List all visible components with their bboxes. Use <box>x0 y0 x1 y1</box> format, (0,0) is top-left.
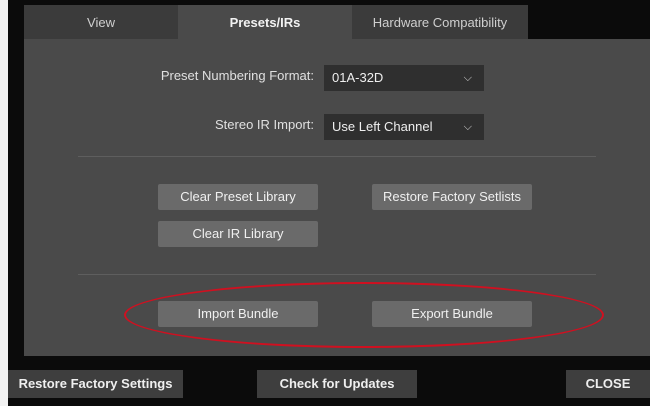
stereo-ir-value: Use Left Channel <box>332 119 433 134</box>
stereo-ir-label: Stereo IR Import: <box>215 117 314 132</box>
preset-numbering-select[interactable]: 01A-32D ⌵ <box>324 65 484 91</box>
tab-hardware-compatibility[interactable]: Hardware Compatibility <box>352 5 528 39</box>
stereo-ir-select[interactable]: Use Left Channel ⌵ <box>324 114 484 140</box>
preferences-window: View Presets/IRs Hardware Compatibility … <box>8 0 650 406</box>
export-bundle-button[interactable]: Export Bundle <box>372 301 532 327</box>
tab-view[interactable]: View <box>24 5 178 39</box>
preset-numbering-label: Preset Numbering Format: <box>160 68 314 83</box>
restore-factory-setlists-button[interactable]: Restore Factory Setlists <box>372 184 532 210</box>
clear-ir-library-button[interactable]: Clear IR Library <box>158 221 318 247</box>
preset-numbering-value: 01A-32D <box>332 70 384 85</box>
check-for-updates-button[interactable]: Check for Updates <box>257 370 417 398</box>
clear-preset-library-button[interactable]: Clear Preset Library <box>158 184 318 210</box>
chevron-down-icon: ⌵ <box>463 72 472 84</box>
presets-irs-panel: Preset Numbering Format: 01A-32D ⌵ Stere… <box>24 39 650 356</box>
import-bundle-button[interactable]: Import Bundle <box>158 301 318 327</box>
divider <box>78 274 596 275</box>
divider <box>78 156 596 157</box>
tab-presets-irs[interactable]: Presets/IRs <box>178 5 352 39</box>
restore-factory-settings-button[interactable]: Restore Factory Settings <box>8 370 183 398</box>
chevron-down-icon: ⌵ <box>463 121 472 133</box>
close-button[interactable]: CLOSE <box>566 370 650 398</box>
